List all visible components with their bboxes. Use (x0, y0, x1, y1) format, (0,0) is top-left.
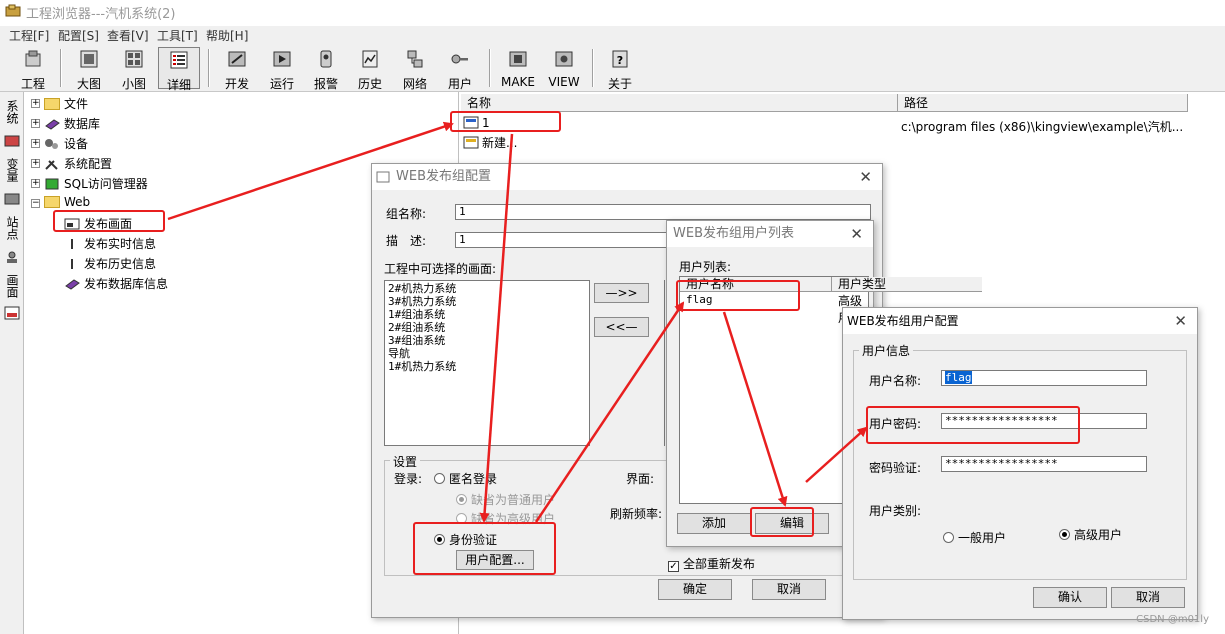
arrow-tree-to-row (167, 121, 454, 221)
arrow-user-to-edit (722, 311, 788, 507)
watermark: CSDN @m01ly (1136, 614, 1209, 625)
arrow-row-to-auth (479, 133, 514, 523)
arrow-auth-to-user (534, 301, 685, 523)
annotation-arrows (167, 121, 868, 523)
arrow-edit-to-password (805, 426, 868, 483)
